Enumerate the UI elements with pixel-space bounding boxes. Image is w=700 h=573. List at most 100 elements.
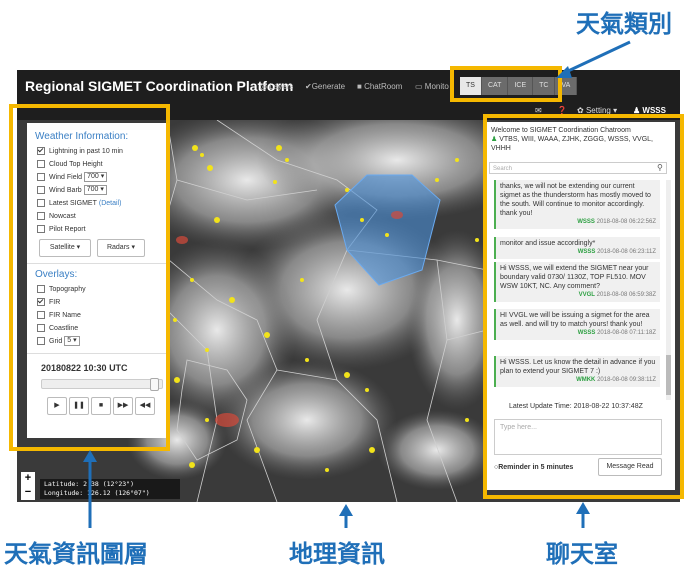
chat-message: HI VVGL we will be issuing a sigmet for … <box>494 309 660 340</box>
radars-label: Radars <box>106 244 130 251</box>
layer-wind-field[interactable]: Wind Field 700 ▾ <box>37 172 108 182</box>
chat-message: thanks, we will not be extending our cur… <box>494 180 660 229</box>
latest-update-time: Latest Update Time: 2018-08-22 10:37:48Z <box>509 403 643 410</box>
setting-label: Setting <box>585 106 611 115</box>
message-time: 2018-08-08 06:23:11Z <box>597 249 656 255</box>
overlay-fir[interactable]: FIR <box>37 297 60 307</box>
panel-divider-2 <box>27 353 166 354</box>
participants-list: VTBS, WIII, WAAA, ZJHK, ZGGG, WSSS, VVGL… <box>491 136 653 152</box>
grid-select[interactable]: 5 ▾ <box>64 336 80 346</box>
message-time: 2018-08-08 09:38:11Z <box>597 377 656 383</box>
reminder-label: Reminder in 5 minutes <box>498 464 574 471</box>
message-sender: WSSS <box>577 330 596 336</box>
gear-icon: ✿ <box>577 106 586 115</box>
wind-barb-checkbox[interactable] <box>37 186 45 194</box>
layer-lightning[interactable]: Lightning in past 10 min <box>37 146 123 156</box>
message-meta: WSSS 2018-08-08 07:11:18Z <box>500 329 656 338</box>
zoom-out-button[interactable]: − <box>21 486 35 500</box>
layer-nowcast[interactable]: Nowcast <box>37 211 76 221</box>
wind-field-checkbox[interactable] <box>37 173 45 181</box>
help-icon[interactable]: ❓ <box>557 106 567 115</box>
grid-checkbox[interactable] <box>37 337 45 345</box>
chat-message: Hi WSSS. Let us know the detail in advan… <box>494 356 660 387</box>
nav-monitor[interactable]: ▭ Monito <box>415 82 449 91</box>
message-sender: WSSS <box>577 249 596 255</box>
callout-chatroom: 聊天室 <box>546 540 618 568</box>
chat-messages: thanks, we will not be extending our cur… <box>485 180 675 400</box>
chat-participants: ♟ VTBS, WIII, WAAA, ZJHK, ZGGG, WSSS, VV… <box>491 135 671 153</box>
nowcast-checkbox[interactable] <box>37 212 45 220</box>
coastline-checkbox[interactable] <box>37 324 45 332</box>
cloud-top-checkbox[interactable] <box>37 160 45 168</box>
user-icon: ♟ <box>633 106 643 115</box>
pilot-report-checkbox[interactable] <box>37 225 45 233</box>
message-sender: WMKK <box>576 377 596 383</box>
wind-field-select-value: 700 <box>87 173 99 180</box>
subbar: ✉ ❓ ✿ Setting ▾ ♟ WSSS <box>17 104 680 120</box>
time-slider-thumb[interactable] <box>149 378 159 391</box>
chat-search-input[interactable]: Search <box>489 162 667 174</box>
nav-chatroom[interactable]: ■ ChatRoom <box>357 82 402 91</box>
pause-button[interactable]: ❚❚ <box>69 397 89 415</box>
layer-latest-sigmet[interactable]: Latest SIGMET (Detail) <box>37 198 121 208</box>
chat-message-input[interactable]: Type here... <box>494 419 662 455</box>
overlay-coastline[interactable]: Coastline <box>37 323 78 333</box>
pill-ts[interactable]: TS <box>460 77 482 95</box>
rewind-button[interactable]: ◀◀ <box>135 397 155 415</box>
fir-checkbox[interactable] <box>37 298 45 306</box>
chat-scrollbar-thumb[interactable] <box>666 355 671 395</box>
phenomenon-toggle-group: TS CAT ICE TC VA <box>460 77 578 95</box>
play-button[interactable]: ▶ <box>47 397 67 415</box>
wind-barb-select[interactable]: 700 ▾ <box>83 185 107 195</box>
layer-wind-barb[interactable]: Wind Barb 700 ▾ <box>37 185 107 195</box>
pill-cat[interactable]: CAT <box>481 77 509 95</box>
topography-checkbox[interactable] <box>37 285 45 293</box>
callout-geo-info: 地理資訊 <box>289 540 385 568</box>
latitude-readout: Latitude: 2.38 (12°23") <box>44 480 135 488</box>
layer-pilot-report[interactable]: Pilot Report <box>37 224 86 234</box>
zoom-in-button[interactable]: + <box>21 472 35 486</box>
radars-dropdown[interactable]: Radars ▾ <box>97 239 145 257</box>
user-menu[interactable]: ♟ WSSS <box>633 106 666 115</box>
online-user-icon: ♟ <box>491 136 500 143</box>
overlay-grid[interactable]: Grid 5 ▾ <box>37 336 80 346</box>
nav-generate[interactable]: ✔Generate <box>305 82 345 91</box>
chat-icon: ■ <box>357 82 365 91</box>
monitor-icon: ▭ <box>415 82 425 91</box>
message-time: 2018-08-08 06:22:56Z <box>596 219 656 225</box>
weather-info-title: Weather Information: <box>35 131 129 142</box>
sigmet-detail-link[interactable]: (Detail) <box>99 200 122 207</box>
latest-sigmet-label: Latest SIGMET <box>49 199 97 207</box>
fir-name-checkbox[interactable] <box>37 311 45 319</box>
lightning-label: Lightning in past 10 min <box>49 147 123 155</box>
message-meta: WSSS 2018-08-08 06:23:11Z <box>500 248 656 257</box>
setting-menu[interactable]: ✿ Setting ▾ <box>577 106 617 115</box>
fast-forward-button[interactable]: ▶▶ <box>113 397 133 415</box>
chat-panel: Welcome to SIGMET Coordination Chatroom … <box>485 122 675 490</box>
chat-scrollbar[interactable] <box>666 180 671 400</box>
satellite-label: Satellite <box>49 244 75 251</box>
lightning-checkbox[interactable] <box>37 147 45 155</box>
wind-field-select[interactable]: 700 ▾ <box>84 172 108 182</box>
message-time: 2018-08-08 07:11:18Z <box>597 330 656 336</box>
pill-ice[interactable]: ICE <box>508 77 534 95</box>
time-slider[interactable] <box>41 378 163 391</box>
globe-icon: ◎ <box>260 82 270 91</box>
message-time: 2018-08-08 06:59:38Z <box>596 292 656 298</box>
pill-va[interactable]: VA <box>555 77 578 95</box>
search-icon[interactable]: ⚲ <box>657 163 663 172</box>
overlays-title: Overlays: <box>35 269 78 280</box>
nav-layers-label: Layers <box>269 82 294 91</box>
pill-tc[interactable]: TC <box>533 77 556 95</box>
latest-sigmet-checkbox[interactable] <box>37 199 45 207</box>
message-read-button[interactable]: Message Read <box>598 458 662 476</box>
overlay-fir-name[interactable]: FIR Name <box>37 310 81 320</box>
message-meta: WSSS 2018-08-08 06:22:56Z <box>500 218 656 227</box>
overlay-topography[interactable]: Topography <box>37 284 86 294</box>
layer-cloud-top[interactable]: Cloud Top Height <box>37 159 103 169</box>
satellite-dropdown[interactable]: Satellite ▾ <box>39 239 91 257</box>
reminder-toggle[interactable]: ○Reminder in 5 minutes <box>494 464 573 471</box>
nav-layers[interactable]: ◎ Layers <box>260 82 293 91</box>
stop-button[interactable]: ■ <box>91 397 111 415</box>
mail-icon[interactable]: ✉ <box>535 106 542 115</box>
